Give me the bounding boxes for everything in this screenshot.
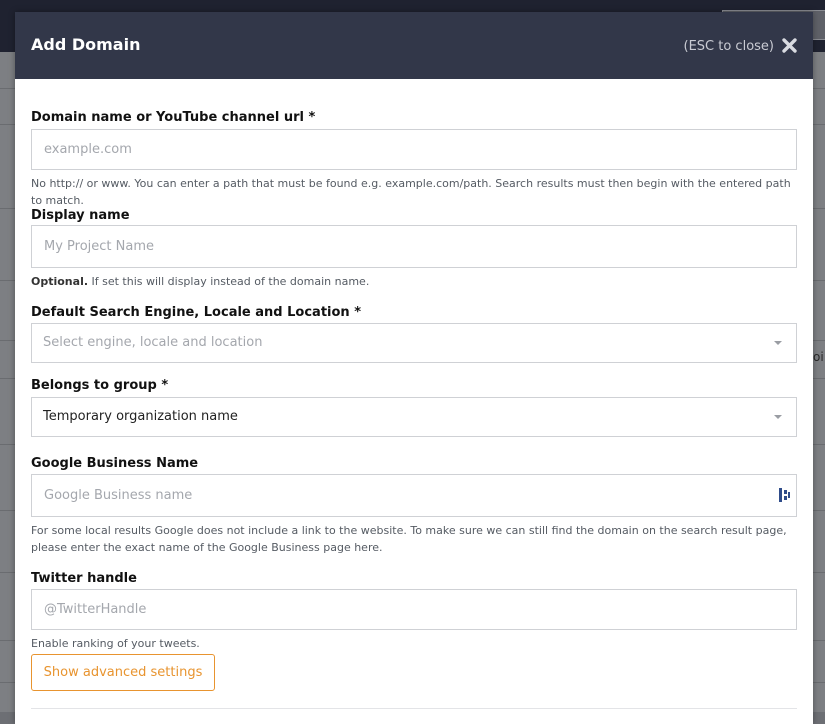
group-label: Belongs to group * xyxy=(31,378,169,393)
add-domain-modal: Add Domain (ESC to close) Domain name or… xyxy=(15,12,813,724)
search-engine-label: Default Search Engine, Locale and Locati… xyxy=(31,305,361,320)
display-name-input[interactable] xyxy=(31,225,797,268)
close-icon[interactable] xyxy=(781,37,798,54)
show-advanced-settings-button[interactable]: Show advanced settings xyxy=(31,654,215,691)
domain-label: Domain name or YouTube channel url * xyxy=(31,110,316,125)
search-engine-placeholder: Select engine, locale and location xyxy=(43,335,263,350)
google-business-label: Google Business Name xyxy=(31,456,199,471)
display-name-help-text: If set this will display instead of the … xyxy=(91,275,370,288)
footer-divider xyxy=(31,708,797,709)
group-select[interactable]: Temporary organization name xyxy=(31,397,797,437)
display-name-help: Optional. If set this will display inste… xyxy=(31,273,797,290)
bg-edge-text: oi xyxy=(813,350,824,364)
modal-header: Add Domain (ESC to close) xyxy=(15,12,813,79)
twitter-label: Twitter handle xyxy=(31,571,137,586)
business-icon[interactable] xyxy=(779,488,791,502)
domain-help: No http:// or www. You can enter a path … xyxy=(31,177,791,207)
google-business-input[interactable] xyxy=(31,474,797,517)
chevron-down-icon xyxy=(774,415,782,419)
twitter-help: Enable ranking of your tweets. xyxy=(31,637,200,650)
search-engine-select[interactable]: Select engine, locale and location xyxy=(31,323,797,363)
esc-hint: (ESC to close) xyxy=(683,39,775,54)
domain-input[interactable] xyxy=(31,129,797,170)
modal-title: Add Domain xyxy=(31,35,141,54)
chevron-down-icon xyxy=(774,341,782,345)
help-optional: Optional. xyxy=(31,275,89,288)
display-name-label: Display name xyxy=(31,208,130,223)
twitter-input[interactable] xyxy=(31,589,797,630)
group-selected-value: Temporary organization name xyxy=(43,409,238,424)
google-business-help: For some local results Google does not i… xyxy=(31,524,787,554)
